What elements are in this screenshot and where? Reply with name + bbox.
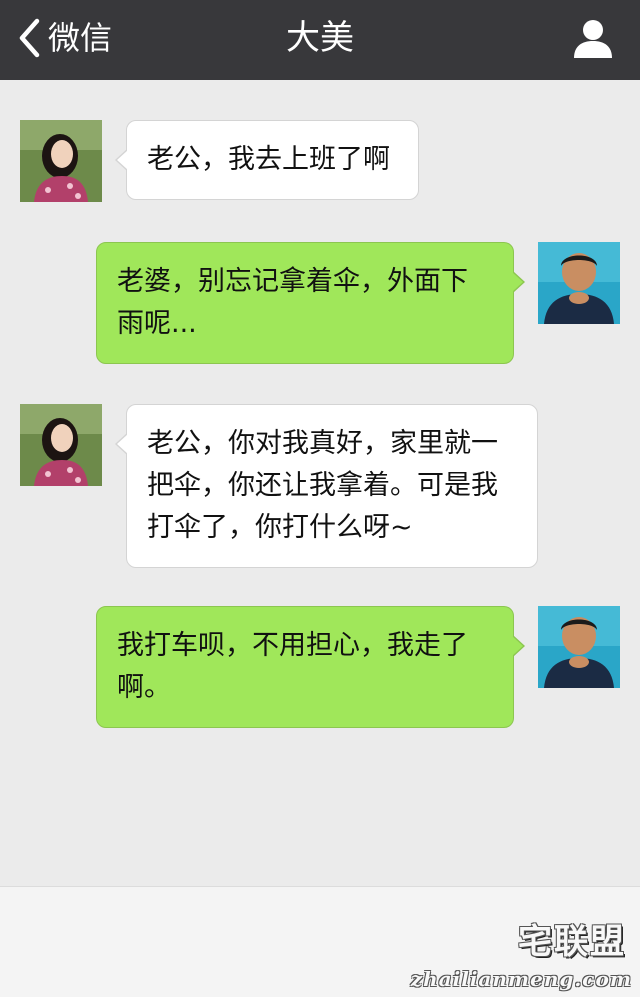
chat-info-button[interactable] [572,18,614,58]
watermark-logo: 宅联盟 [518,922,626,962]
message-text-line: 老公，我去上班了啊 [147,144,390,175]
outgoing-message-bubble[interactable]: 我打车呗，不用担心，我走了 啊。 [96,606,525,728]
contact-avatar[interactable] [20,404,102,486]
message-text-line: 打伞了，你打什么呀~ [147,512,413,543]
incoming-message-bubble[interactable]: 老公，我去上班了啊 [115,120,419,200]
contact-avatar[interactable] [20,120,102,202]
watermark-url: zhailianmeng.com [410,967,632,991]
nav-bar: 微信 大美 [0,0,640,80]
incoming-message-bubble[interactable]: 老公，你对我真好，家里就一 把伞，你还让我拿着。可是我 打伞了，你打什么呀~ [115,404,538,568]
message-text-line: 雨呢... [117,308,197,339]
person-icon [574,20,612,58]
message-text-line: 啊。 [117,672,171,703]
outgoing-message-bubble[interactable]: 老婆，别忘记拿着伞，外面下 雨呢... [96,242,525,364]
message-text-line: 老公，你对我真好，家里就一 [147,428,498,459]
chat-title: 大美 [286,18,354,58]
message-text-line: 把伞，你还让我拿着。可是我 [147,470,498,501]
message-text-line: 我打车呗，不用担心，我走了 [117,630,468,661]
my-avatar[interactable] [538,242,620,324]
input-bar: 宅联盟 zhailianmeng.com [0,886,640,997]
message-text-line: 老婆，别忘记拿着伞，外面下 [117,266,468,297]
my-avatar[interactable] [538,606,620,688]
